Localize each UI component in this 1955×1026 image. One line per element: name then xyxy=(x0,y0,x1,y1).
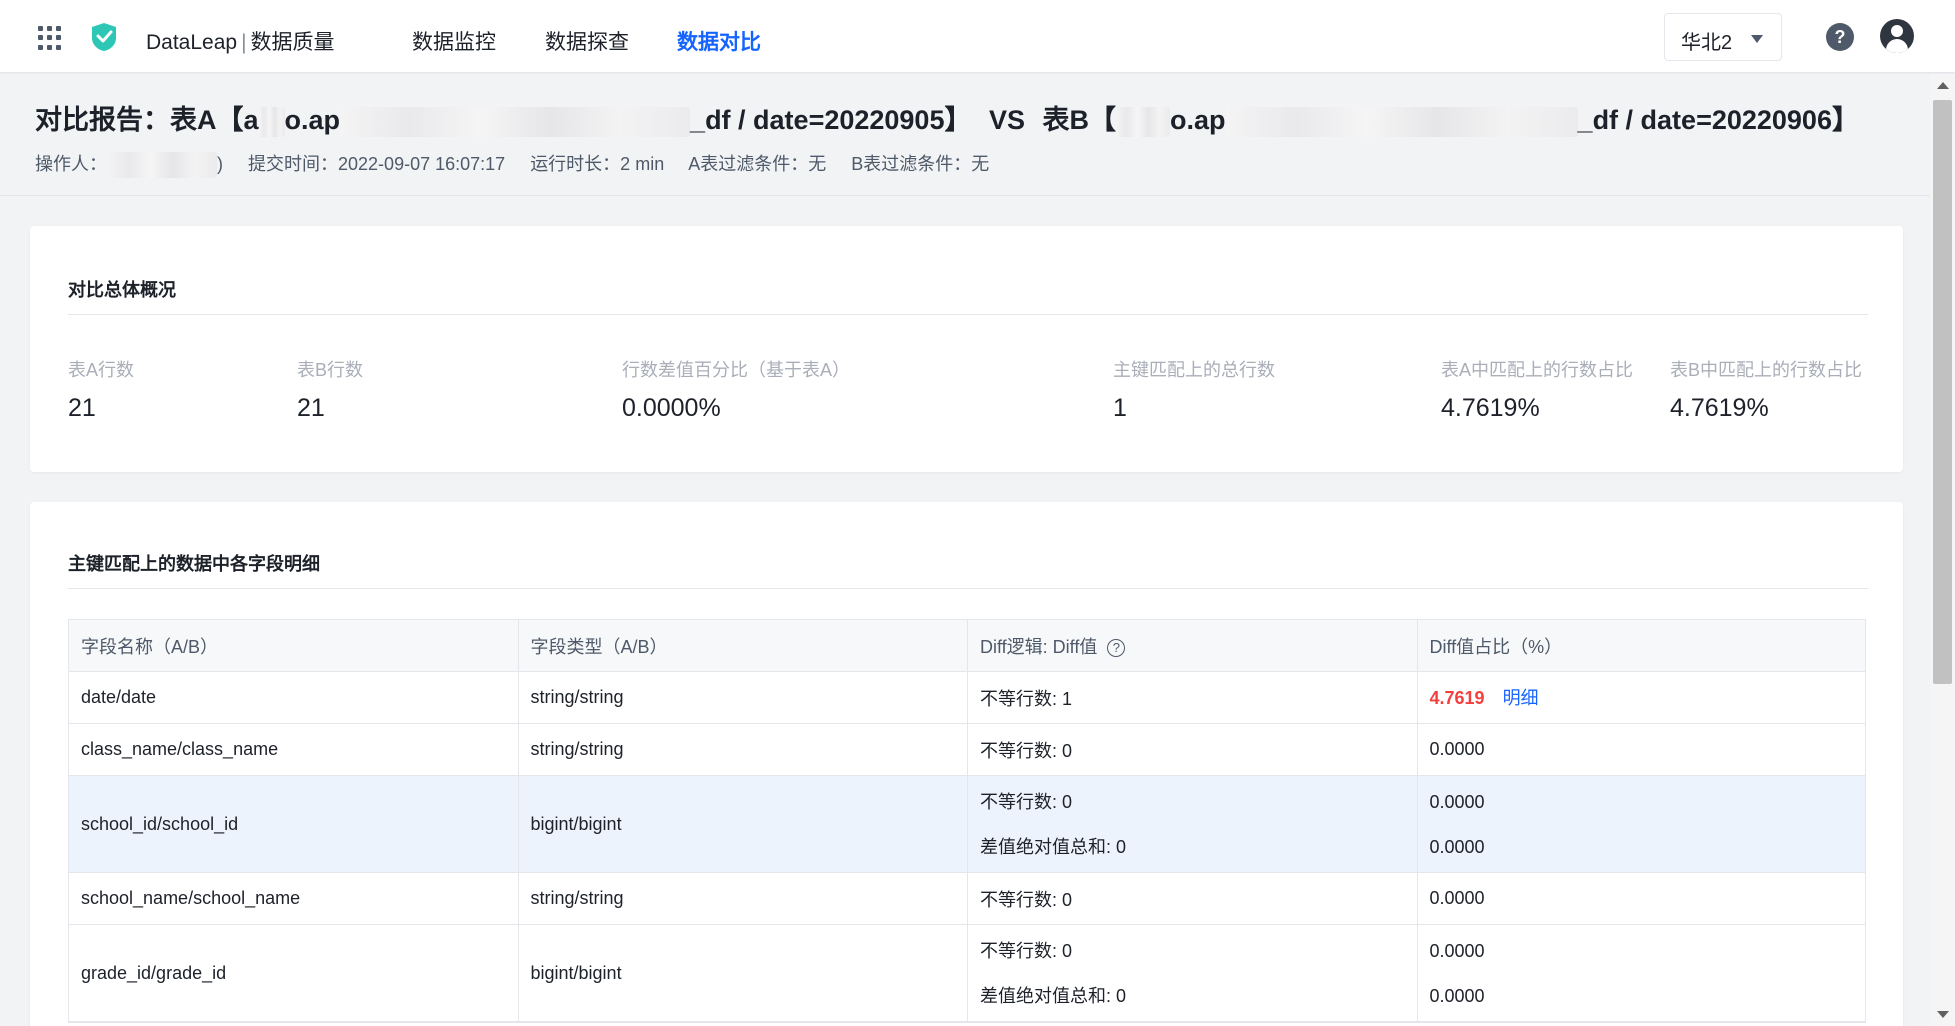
diff-logic-cell: 不等行数: 0 xyxy=(968,724,1418,775)
field-name-cell: school_name/school_name xyxy=(69,873,519,924)
stat-value: 4.7619% xyxy=(1441,394,1540,422)
field-type-cell: string/string xyxy=(519,724,968,775)
redacted-text xyxy=(258,106,285,137)
field-detail-card: 主键匹配上的数据中各字段明细 字段名称（A/B） 字段类型（A/B） Diff逻… xyxy=(30,502,1903,1026)
vs-label: VS xyxy=(988,105,1026,135)
stat-label: 行数差值百分比（基于表A） xyxy=(622,360,851,380)
column-header: 字段名称（A/B） xyxy=(69,620,519,671)
redacted-text xyxy=(1116,106,1171,137)
column-header: 字段类型（A/B） xyxy=(519,620,968,671)
field-type-cell: string/string xyxy=(519,672,968,723)
stat-table-b-match-ratio: 表B中匹配上的行数占比 4.7619% xyxy=(1670,356,1862,423)
filter-b: B表过滤条件：无 xyxy=(851,154,990,174)
field-type-cell: string/string xyxy=(519,873,968,924)
table-header-row: 字段名称（A/B） 字段类型（A/B） Diff逻辑: Diff值? Diff值… xyxy=(69,620,1865,672)
scroll-down-icon[interactable] xyxy=(1937,1011,1949,1018)
help-icon[interactable]: ? xyxy=(1826,23,1854,51)
field-detail-table: 字段名称（A/B） 字段类型（A/B） Diff逻辑: Diff值? Diff值… xyxy=(68,619,1866,1023)
table-row: class_name/class_name string/string 不等行数… xyxy=(69,724,1865,776)
column-header: Diff值占比（%） xyxy=(1429,636,1563,657)
avatar-icon[interactable] xyxy=(1880,19,1914,53)
stat-label: 表A中匹配上的行数占比 xyxy=(1441,360,1634,380)
submit-time: 提交时间：2022-09-07 16:07:17 xyxy=(248,154,506,174)
stat-label: 表B行数 xyxy=(297,360,364,380)
table-a-name-end: _df / date=20220905】 xyxy=(690,105,972,135)
table-row: school_id/school_id bigint/bigint 不等行数: … xyxy=(69,776,1865,873)
nav-data-monitor[interactable]: 数据监控 xyxy=(412,26,496,56)
field-type-cell: bigint/bigint xyxy=(519,925,968,1021)
operator-suffix: ) xyxy=(217,154,223,174)
stat-value: 1 xyxy=(1113,394,1127,422)
filter-a: A表过滤条件：无 xyxy=(688,154,827,174)
redacted-text xyxy=(1225,106,1578,137)
table-b-name-mid: o.ap xyxy=(1170,105,1226,135)
diff-logic-cell: 不等行数: 0 xyxy=(968,873,1418,924)
nav-data-explore[interactable]: 数据探查 xyxy=(545,26,629,56)
redacted-text xyxy=(107,152,217,179)
stat-label: 表B中匹配上的行数占比 xyxy=(1670,360,1863,380)
table-row: date/date string/string 不等行数: 1 4.7619 明细 xyxy=(69,672,1865,724)
divider xyxy=(68,588,1868,589)
field-name-cell: class_name/class_name xyxy=(69,724,519,775)
report-header: 对比报告：表A【a o.ap _df / date=20220905】 VS 表B【… xyxy=(0,74,1930,196)
diff-ratio-value: 4.7619 xyxy=(1429,687,1485,708)
stat-label: 主键匹配上的总行数 xyxy=(1113,360,1275,380)
stat-value: 21 xyxy=(68,394,96,422)
diff-ratio-cell: 0.0000 xyxy=(1429,888,1485,908)
field-name-cell: school_id/school_id xyxy=(69,776,519,872)
stat-value: 0.0000% xyxy=(622,394,721,422)
diff-logic-cell: 不等行数: 1 xyxy=(968,672,1418,723)
divider xyxy=(68,314,1868,315)
redacted-text xyxy=(340,106,691,137)
stat-table-b-rows: 表B行数 21 xyxy=(297,356,363,423)
scroll-up-icon[interactable] xyxy=(1937,82,1949,89)
table-b-name-end: _df / date=20220906】 xyxy=(1577,105,1859,135)
diff-logic-cell: 不等行数: 0 差值绝对值总和: 0 xyxy=(968,776,1418,872)
overview-card: 对比总体概况 表A行数 21 表B行数 21 行数差值百分比（基于表A） 0.0… xyxy=(30,226,1903,472)
diff-ratio-cell: 4.7619 明细 xyxy=(1418,672,1866,723)
question-icon[interactable]: ? xyxy=(1107,638,1126,657)
table-a-name-mid: o.ap xyxy=(284,105,341,135)
page-scrollbar[interactable] xyxy=(1930,74,1955,1026)
column-header: Diff逻辑: Diff值? xyxy=(968,620,1418,671)
report-meta: 操作人：) 提交时间：2022-09-07 16:07:17 运行时长：2 mi… xyxy=(35,150,1009,179)
operator-label: 操作人： xyxy=(35,154,107,174)
chevron-down-icon xyxy=(1751,35,1763,43)
field-name-cell: grade_id/grade_id xyxy=(69,925,519,1021)
report-title: 对比报告：表A【a o.ap _df / date=20220905】 VS 表B【… xyxy=(35,98,1859,137)
nav-data-compare[interactable]: 数据对比 xyxy=(677,26,761,56)
region-value: 华北2 xyxy=(1681,32,1733,54)
region-select[interactable]: 华北2 xyxy=(1664,13,1782,61)
diff-logic-cell: 不等行数: 0 差值绝对值总和: 0 xyxy=(968,925,1418,1021)
title-prefix: 对比报告：表A【 xyxy=(35,105,244,135)
stat-matched-rows: 主键匹配上的总行数 1 xyxy=(1113,356,1275,423)
table-row: school_name/school_name string/string 不等… xyxy=(69,873,1865,925)
field-detail-title: 主键匹配上的数据中各字段明细 xyxy=(68,554,320,574)
stat-table-a-rows: 表A行数 21 xyxy=(68,356,134,423)
grid-icon[interactable] xyxy=(38,26,62,50)
stat-value: 4.7619% xyxy=(1670,394,1769,422)
diff-ratio-cell: 0.0000 xyxy=(1429,739,1485,759)
stat-label: 表A行数 xyxy=(68,360,135,380)
stat-row-diff-percent: 行数差值百分比（基于表A） 0.0000% xyxy=(622,356,850,423)
product-name: DataLeap xyxy=(146,31,238,54)
scroll-thumb[interactable] xyxy=(1933,100,1952,684)
stat-value: 21 xyxy=(297,394,325,422)
diff-ratio-cell: 0.0000 0.0000 xyxy=(1429,940,1485,1006)
dataleap-logo xyxy=(92,23,116,51)
top-navigation-bar: DataLeap | 数据质量 数据监控 数据探查 数据对比 华北2 ? xyxy=(0,0,1955,73)
diff-ratio-cell: 0.0000 0.0000 xyxy=(1429,791,1485,857)
stat-table-a-match-ratio: 表A中匹配上的行数占比 4.7619% xyxy=(1441,356,1633,423)
field-type-cell: bigint/bigint xyxy=(519,776,968,872)
table-a-name-start: a xyxy=(243,105,259,135)
table-row: grade_id/grade_id bigint/bigint 不等行数: 0 … xyxy=(69,925,1865,1022)
module-name: 数据质量 xyxy=(250,31,335,54)
field-name-cell: date/date xyxy=(69,672,519,723)
product-title[interactable]: DataLeap | 数据质量 xyxy=(146,26,335,56)
detail-link[interactable]: 明细 xyxy=(1503,688,1539,708)
run-duration: 运行时长：2 min xyxy=(530,154,665,174)
overview-title: 对比总体概况 xyxy=(68,280,176,300)
table-b-prefix: 表B【 xyxy=(1042,105,1117,135)
